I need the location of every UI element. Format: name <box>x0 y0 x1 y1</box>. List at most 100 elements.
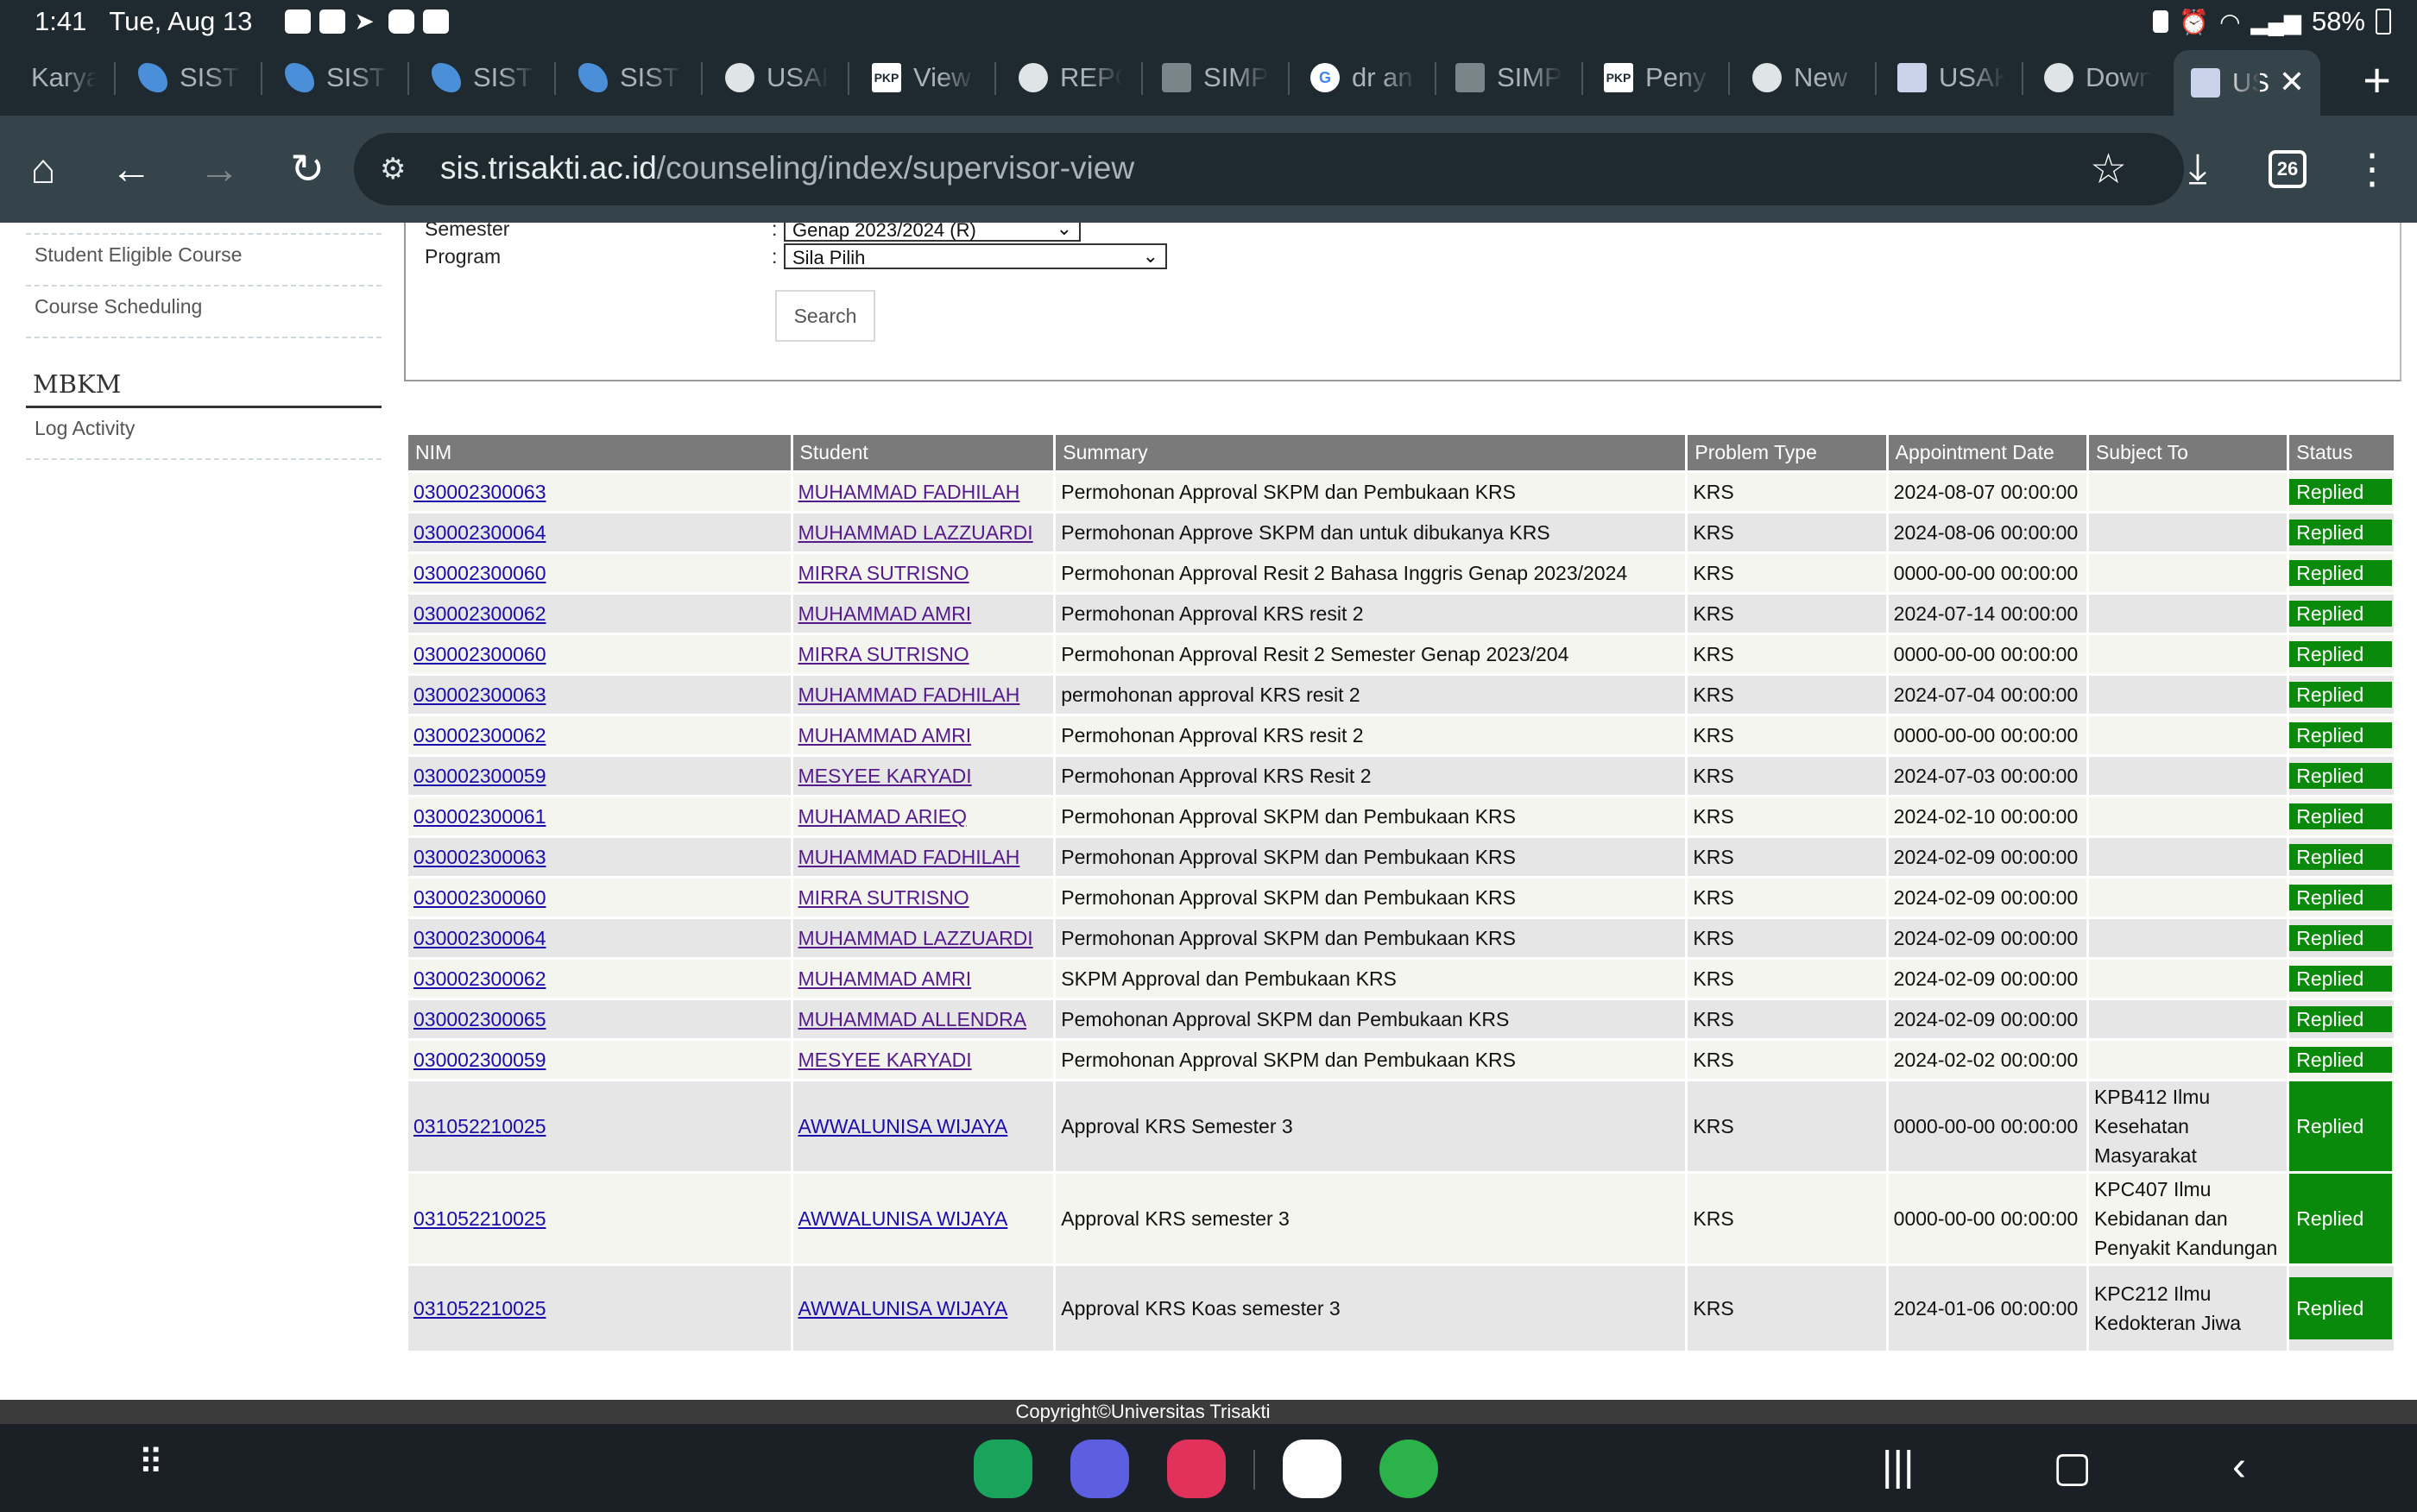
student-cell: MESYEE KARYADI <box>792 1041 1054 1079</box>
search-button[interactable]: Search <box>775 290 875 342</box>
nim-cell: 030002300065 <box>408 1000 791 1038</box>
student-link[interactable]: MUHAMAD ARIEQ <box>798 805 968 828</box>
nim-link[interactable]: 030002300063 <box>413 684 546 706</box>
column-header-student[interactable]: Student <box>792 435 1054 470</box>
browser-tab[interactable]: SISTE <box>285 45 388 110</box>
problem-type-cell: KRS <box>1688 1174 1886 1263</box>
phone-app-icon[interactable] <box>974 1440 1032 1498</box>
nim-link[interactable]: 030002300062 <box>413 602 546 625</box>
student-link[interactable]: MIRRA SUTRISNO <box>798 643 969 665</box>
active-browser-tab[interactable]: US ✕ <box>2174 50 2320 116</box>
student-link[interactable]: MUHAMMAD AMRI <box>798 602 972 625</box>
browser-tab[interactable]: Down <box>2044 45 2151 110</box>
browser-tab[interactable]: REPO <box>1019 45 1122 110</box>
student-link[interactable]: MIRRA SUTRISNO <box>798 562 969 584</box>
column-header-status[interactable]: Status <box>2289 435 2394 470</box>
browser-tab[interactable]: USAK <box>725 45 829 110</box>
nim-link[interactable]: 030002300063 <box>413 481 546 503</box>
home-nav-icon[interactable]: ▢ <box>2053 1443 2092 1491</box>
nim-link[interactable]: 030002300064 <box>413 521 546 544</box>
browser-tab[interactable]: Karya <box>31 45 97 110</box>
nim-link[interactable]: 030002300060 <box>413 562 546 584</box>
sidebar-item-course-scheduling[interactable]: Course Scheduling <box>26 287 382 338</box>
status-cell: Replied <box>2289 1266 2394 1351</box>
sidebar-section-heading: MBKM <box>26 364 382 408</box>
app-drawer-icon[interactable]: ⠿ <box>138 1443 163 1483</box>
nim-link[interactable]: 031052210025 <box>413 1207 546 1230</box>
tab-switcher-button[interactable]: 26 <box>2269 150 2307 188</box>
student-link[interactable]: MIRRA SUTRISNO <box>798 886 969 909</box>
browser-tab[interactable]: SISTE <box>432 45 535 110</box>
back-nav-icon[interactable]: ‹ <box>2232 1443 2246 1490</box>
messages-app-icon[interactable] <box>1070 1440 1129 1498</box>
whatsapp-app-icon[interactable] <box>1379 1440 1438 1498</box>
camera-app-icon[interactable] <box>1167 1440 1226 1498</box>
back-button[interactable]: ← <box>105 143 157 195</box>
nim-cell: 031052210025 <box>408 1081 791 1171</box>
nim-link[interactable]: 030002300062 <box>413 724 546 747</box>
program-select[interactable]: Sila Pilih ⌄ <box>784 243 1167 269</box>
nim-link[interactable]: 030002300063 <box>413 846 546 868</box>
nim-link[interactable]: 030002300059 <box>413 765 546 787</box>
problem-type-cell: KRS <box>1688 960 1886 998</box>
student-link[interactable]: MESYEE KARYADI <box>798 765 972 787</box>
browser-tab[interactable]: PKP View <box>872 45 975 110</box>
nim-link[interactable]: 030002300060 <box>413 886 546 909</box>
nim-link[interactable]: 031052210025 <box>413 1297 546 1320</box>
reload-button[interactable]: ↻ <box>281 143 333 195</box>
browser-tab[interactable]: New <box>1752 45 1859 110</box>
column-header-appointment-date[interactable]: Appointment Date <box>1888 435 2086 470</box>
nim-link[interactable]: 030002300065 <box>413 1008 546 1030</box>
site-settings-icon[interactable]: ⚙ <box>380 152 414 186</box>
url-text[interactable]: sis.trisakti.ac.id/counseling/index/supe… <box>440 150 1134 186</box>
nim-link[interactable]: 030002300059 <box>413 1049 546 1071</box>
browser-tab[interactable]: SISTE <box>578 45 682 110</box>
status-cell: Replied <box>2289 676 2394 714</box>
browser-tab[interactable]: PKP Peny <box>1604 45 1711 110</box>
student-link[interactable]: MUHAMMAD FADHILAH <box>798 481 1020 503</box>
sidebar-item-student-eligible-course[interactable]: Student Eligible Course <box>26 235 382 287</box>
student-link[interactable]: AWWALUNISA WIJAYA <box>798 1115 1008 1137</box>
student-link[interactable]: AWWALUNISA WIJAYA <box>798 1207 1008 1230</box>
column-header-nim[interactable]: NIM <box>408 435 791 470</box>
student-link[interactable]: MESYEE KARYADI <box>798 1049 972 1071</box>
nim-link[interactable]: 030002300061 <box>413 805 546 828</box>
student-link[interactable]: MUHAMMAD AMRI <box>798 724 972 747</box>
address-bar[interactable]: ⚙ sis.trisakti.ac.id/counseling/index/su… <box>354 133 2184 205</box>
problem-type-cell: KRS <box>1688 919 1886 957</box>
student-link[interactable]: MUHAMMAD LAZZUARDI <box>798 927 1033 949</box>
summary-cell: Permohonan Approval KRS resit 2 <box>1056 595 1686 633</box>
forward-button[interactable]: → <box>193 143 245 195</box>
nim-link[interactable]: 030002300060 <box>413 643 546 665</box>
semester-select[interactable]: Genap 2023/2024 (R) ⌄ <box>784 223 1081 242</box>
new-tab-button[interactable]: + <box>2363 50 2391 110</box>
swirl-icon <box>138 63 167 92</box>
browser-tab[interactable]: G dr an <box>1310 45 1417 110</box>
recent-apps-icon[interactable]: ||| <box>1882 1443 1914 1490</box>
bixby-app-icon[interactable] <box>1283 1440 1341 1498</box>
student-link[interactable]: MUHAMMAD ALLENDRA <box>798 1008 1027 1030</box>
home-button[interactable]: ⌂ <box>17 143 69 195</box>
browser-tab[interactable]: SIMP <box>1455 45 1562 110</box>
nim-link[interactable]: 031052210025 <box>413 1115 546 1137</box>
menu-icon[interactable]: ⋮ <box>2346 143 2398 195</box>
app-icon <box>388 9 415 34</box>
bookmark-star-icon[interactable]: ☆ <box>2090 145 2127 193</box>
student-link[interactable]: MUHAMMAD LAZZUARDI <box>798 521 1033 544</box>
close-tab-icon[interactable]: ✕ <box>2279 64 2305 100</box>
browser-tab[interactable]: SIMP <box>1162 45 1269 110</box>
browser-tab[interactable]: USAK <box>1897 45 2004 110</box>
student-link[interactable]: AWWALUNISA WIJAYA <box>798 1297 1008 1320</box>
nim-link[interactable]: 030002300064 <box>413 927 546 949</box>
student-link[interactable]: MUHAMMAD FADHILAH <box>798 684 1020 706</box>
student-link[interactable]: MUHAMMAD FADHILAH <box>798 846 1020 868</box>
student-link[interactable]: MUHAMMAD AMRI <box>798 967 972 990</box>
nim-link[interactable]: 030002300062 <box>413 967 546 990</box>
browser-tab[interactable]: SISTE <box>138 45 242 110</box>
column-header-summary[interactable]: Summary <box>1056 435 1686 470</box>
download-icon[interactable]: ⤓ <box>2172 143 2224 195</box>
subject-to-cell <box>2088 473 2288 511</box>
column-header-problem-type[interactable]: Problem Type <box>1688 435 1886 470</box>
sidebar-item-log-activity[interactable]: Log Activity <box>26 408 382 460</box>
column-header-subject-to[interactable]: Subject To <box>2088 435 2288 470</box>
